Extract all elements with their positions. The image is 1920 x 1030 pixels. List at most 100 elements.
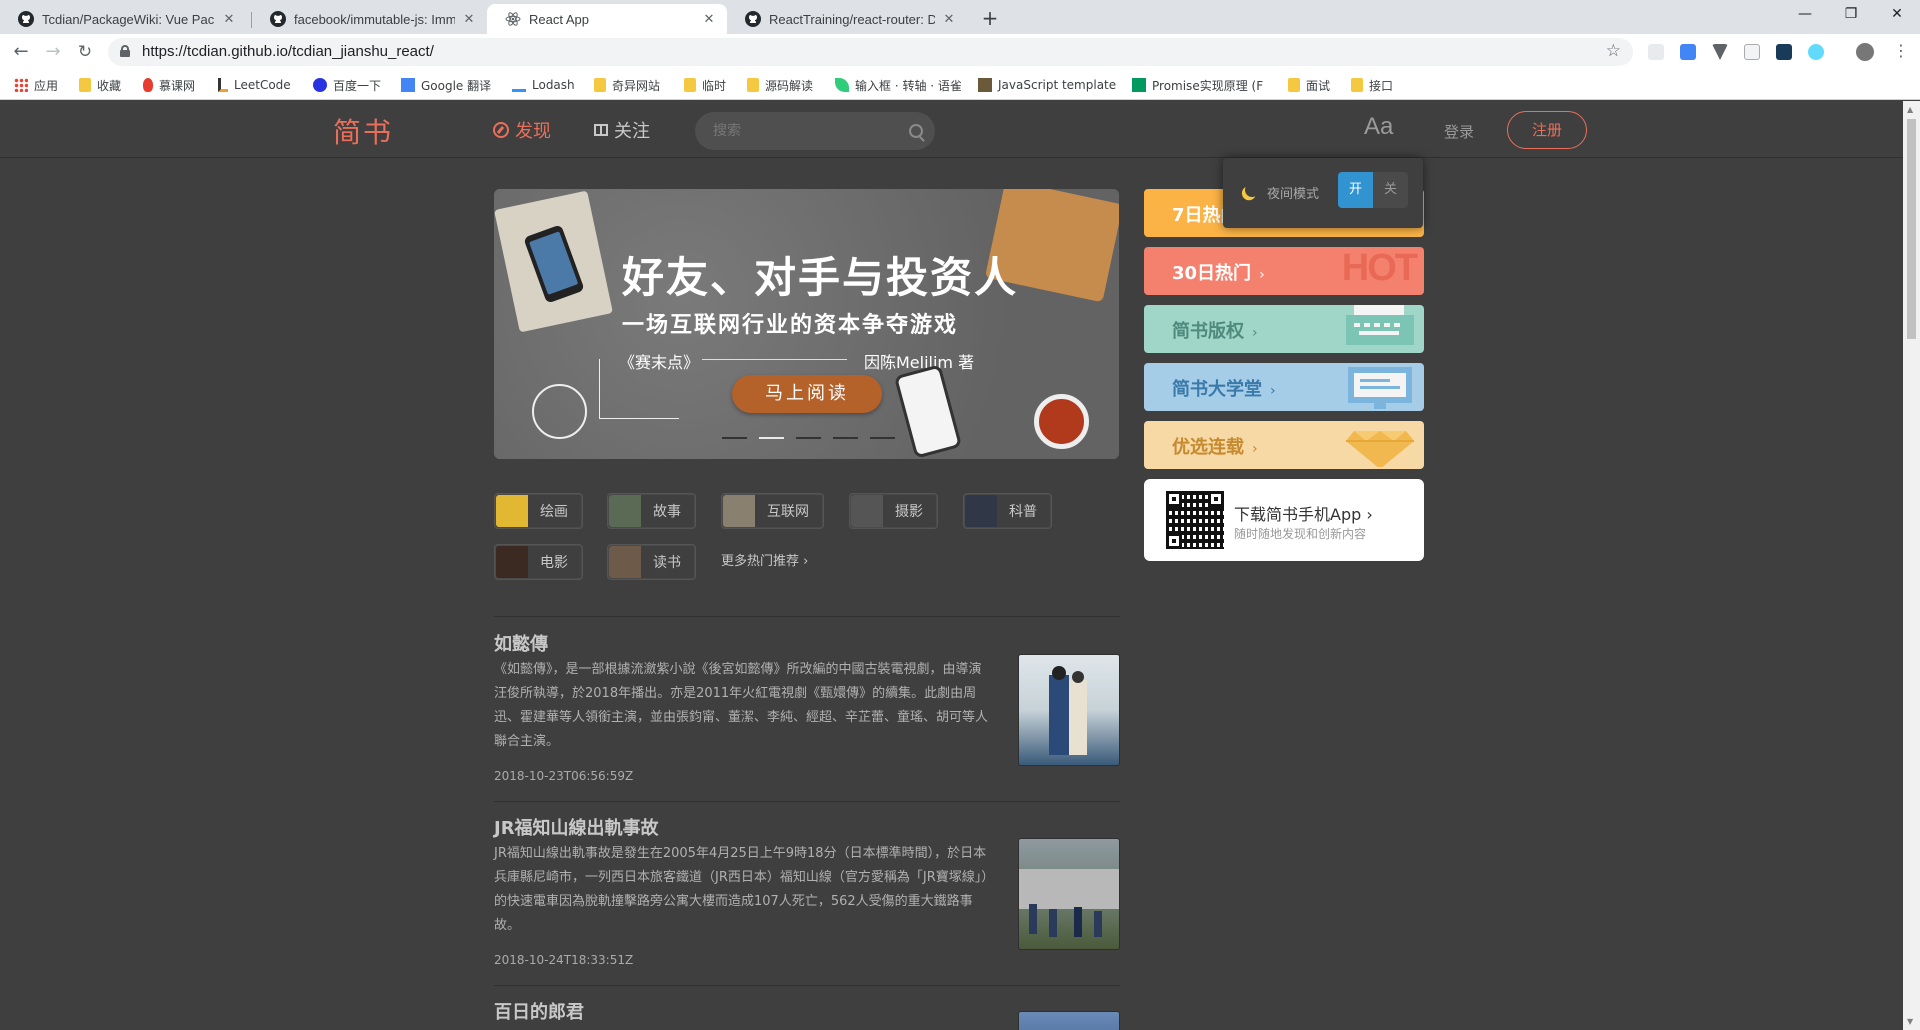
carousel-indicators	[722, 437, 895, 439]
menu-dots-icon[interactable]: ⋮	[1893, 41, 1909, 60]
close-icon[interactable]: ✕	[701, 11, 717, 27]
night-mode-toggle: 开 关	[1338, 172, 1408, 208]
board-label-text: 简书大学堂	[1172, 379, 1262, 400]
bookmark-label: 源码解读	[765, 78, 814, 93]
bookmark-leetcode[interactable]: LeetCode	[218, 76, 291, 94]
carousel-dot[interactable]	[870, 437, 895, 439]
board-30-day-hot[interactable]: 30日热门 › HOT	[1144, 247, 1424, 295]
bookmark-js-template[interactable]: JavaScript template	[978, 76, 1116, 94]
topic-internet[interactable]: 互联网	[721, 493, 824, 529]
login-link[interactable]: 登录	[1444, 121, 1474, 142]
bookmark-yuque[interactable]: 输入框 · 转轴 · 语雀	[835, 76, 962, 94]
nav-discover[interactable]: 发现	[493, 117, 551, 143]
bookmark-favorites[interactable]: 收藏	[79, 76, 121, 94]
bookmark-interview[interactable]: 面试	[1288, 76, 1330, 94]
back-arrow-icon[interactable]: ←	[8, 40, 34, 66]
bookmark-temp[interactable]: 临时	[684, 76, 726, 94]
night-mode-off-button[interactable]: 关	[1373, 172, 1408, 208]
carousel-dot[interactable]	[759, 437, 784, 439]
topic-photography[interactable]: 摄影	[849, 493, 938, 529]
topic-reading[interactable]: 读书	[607, 544, 696, 580]
search-icon[interactable]	[909, 124, 923, 138]
bookmark-star-icon[interactable]: ☆	[1606, 41, 1621, 61]
topic-thumbnail	[496, 546, 528, 578]
extension-icon[interactable]	[1648, 44, 1664, 60]
scroll-up-arrow-icon[interactable]: ▲	[1907, 105, 1913, 114]
tab-title: facebook/immutable-js: Immu	[294, 11, 455, 27]
article-title[interactable]: JR福知山線出軌事故	[494, 814, 659, 840]
read-now-button[interactable]: 马上阅读	[732, 375, 882, 413]
banner-pie-sketch	[532, 384, 587, 439]
new-tab-button[interactable]: +	[977, 6, 1003, 32]
topic-thumbnail	[723, 495, 755, 527]
article-title[interactable]: 如懿傳	[494, 630, 548, 656]
jianshu-logo[interactable]: 简书	[333, 111, 393, 151]
article-title[interactable]: 百日的郎君	[494, 998, 584, 1024]
bookmark-apps[interactable]: 应用	[14, 76, 58, 94]
address-bar[interactable]: https://tcdian.github.io/tcdian_jianshu_…	[108, 38, 1633, 66]
vue-devtools-icon[interactable]	[1712, 44, 1728, 60]
topic-movie[interactable]: 电影	[494, 544, 583, 580]
topic-story[interactable]: 故事	[607, 493, 696, 529]
bookmark-lodash[interactable]: Lodash	[512, 76, 575, 94]
page-scrollbar[interactable]: ▲ ▼	[1903, 101, 1920, 1030]
close-icon[interactable]: ✕	[941, 11, 957, 27]
github-icon	[270, 11, 286, 27]
drama-poster-image	[1049, 666, 1087, 755]
maximize-button[interactable]: ❐	[1828, 0, 1874, 28]
close-icon[interactable]: ✕	[461, 11, 477, 27]
topic-science[interactable]: 科普	[963, 493, 1052, 529]
tab-react-router[interactable]: ReactTraining/react-router: De ✕	[727, 4, 967, 34]
carousel-dot[interactable]	[833, 437, 858, 439]
board-serials[interactable]: 优选连载 ›	[1144, 421, 1424, 469]
tab-packagewiki[interactable]: Tcdian/PackageWiki: Vue Pack ✕	[0, 4, 247, 34]
json-extension-icon[interactable]	[1744, 44, 1760, 60]
more-topics-link[interactable]: 更多热门推荐 ›	[721, 550, 808, 569]
close-window-button[interactable]: ✕	[1874, 0, 1920, 28]
qr-finder	[1166, 533, 1182, 549]
article-thumbnail[interactable]	[1018, 1011, 1120, 1030]
bookmark-label: JavaScript template	[998, 78, 1117, 92]
carousel-dot[interactable]	[722, 437, 747, 439]
scrollbar-thumb[interactable]	[1907, 119, 1916, 339]
banner-carousel[interactable]: 好友、对手与投资人 一场互联网行业的资本争夺游戏 《赛末点》 因陈Melilim…	[494, 189, 1119, 459]
board-university[interactable]: 简书大学堂 ›	[1144, 363, 1424, 411]
react-devtools-icon[interactable]	[1808, 44, 1824, 60]
banner-coffee-illustration	[1034, 394, 1089, 449]
nav-follow[interactable]: 关注	[594, 117, 650, 143]
article-thumbnail[interactable]	[1018, 654, 1120, 766]
carousel-dot[interactable]	[796, 437, 821, 439]
translate-extension-icon[interactable]	[1680, 44, 1696, 60]
folder-icon	[594, 78, 606, 92]
bookmark-source-reading[interactable]: 源码解读	[747, 76, 813, 94]
minimize-button[interactable]: —	[1782, 0, 1828, 28]
download-app-card[interactable]: 下载简书手机App › 随时随地发现和创新内容	[1144, 479, 1424, 561]
bookmark-baidu[interactable]: 百度一下	[313, 76, 381, 94]
bookmark-weird-sites[interactable]: 奇异网站	[594, 76, 660, 94]
forward-arrow-icon[interactable]: →	[40, 40, 66, 66]
register-button[interactable]: 注册	[1507, 111, 1587, 149]
topic-drawing[interactable]: 绘画	[494, 493, 583, 529]
night-mode-on-button[interactable]: 开	[1338, 172, 1373, 208]
bookmark-api[interactable]: 接口	[1351, 76, 1393, 94]
tab-react-app[interactable]: React App ✕	[487, 4, 727, 34]
avatar[interactable]	[1856, 43, 1874, 61]
bookmark-google-translate[interactable]: Google 翻译	[401, 76, 491, 94]
bookmark-imooc[interactable]: 慕课网	[143, 76, 195, 94]
url-text[interactable]: https://tcdian.github.io/tcdian_jianshu_…	[142, 43, 434, 60]
reload-icon[interactable]: ↻	[72, 40, 98, 66]
search-input[interactable]	[713, 121, 903, 141]
board-label: 30日热门 ›	[1172, 259, 1265, 285]
article-thumbnail[interactable]	[1018, 838, 1120, 950]
list-divider	[494, 616, 1120, 617]
redux-devtools-icon[interactable]	[1776, 44, 1792, 60]
bookmark-promise[interactable]: Promise实现原理 (F	[1132, 76, 1263, 94]
screen-icon	[1348, 367, 1412, 409]
typewriter-icon	[1346, 305, 1414, 345]
download-app-title-text: 下载简书手机App	[1234, 505, 1362, 524]
tab-immutable[interactable]: facebook/immutable-js: Immu ✕	[252, 4, 487, 34]
scroll-down-arrow-icon[interactable]: ▼	[1907, 1017, 1913, 1026]
board-copyright[interactable]: 简书版权 ›	[1144, 305, 1424, 353]
close-icon[interactable]: ✕	[221, 11, 237, 27]
font-settings-button[interactable]: Aa	[1364, 113, 1393, 141]
